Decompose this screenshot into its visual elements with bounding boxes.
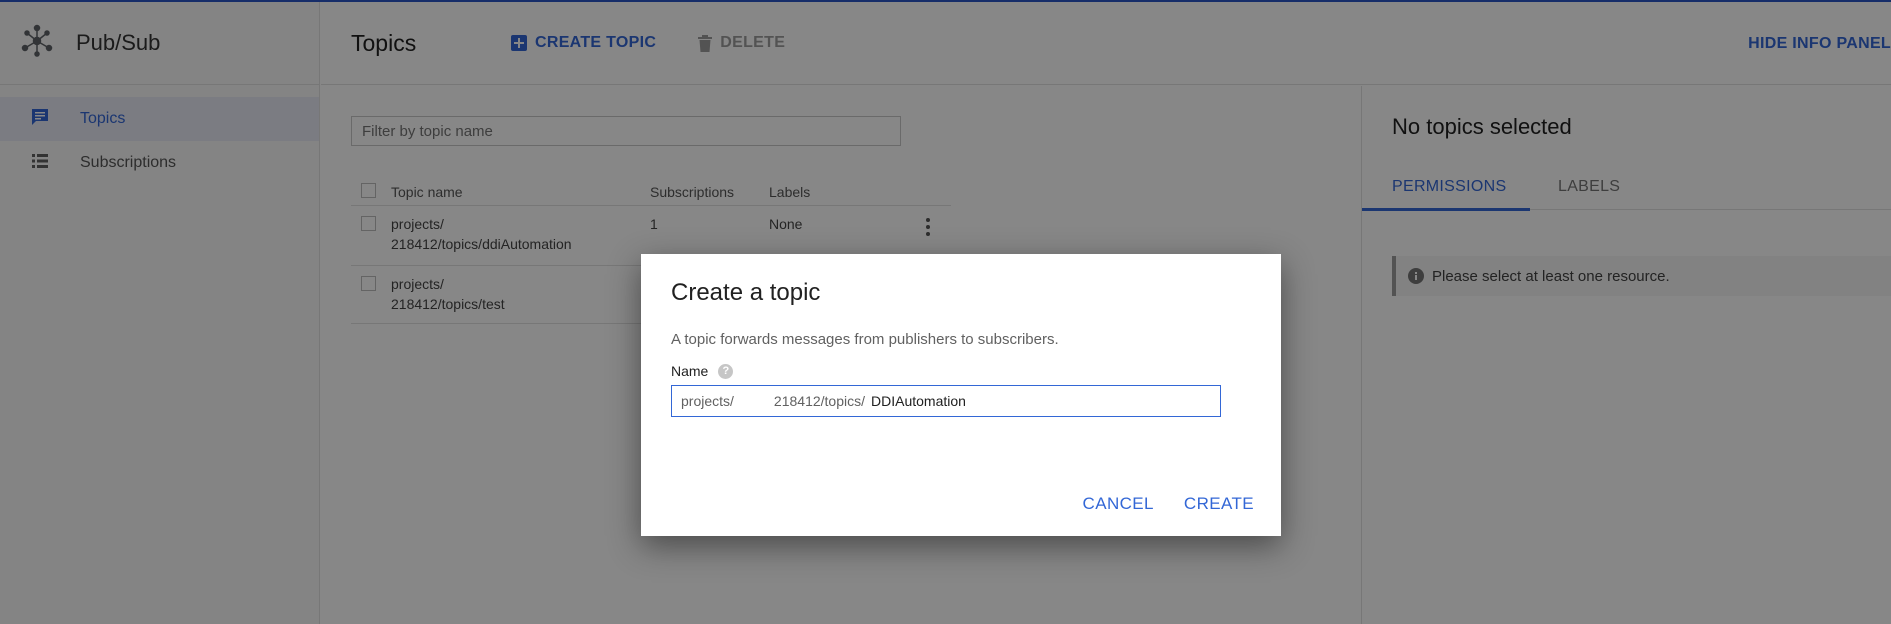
help-icon[interactable]: ? bbox=[718, 363, 734, 379]
cancel-button[interactable]: CANCEL bbox=[1083, 494, 1154, 514]
topic-prefix-path: 218412/topics/ bbox=[773, 393, 865, 409]
topic-name-field[interactable]: projects/ 218412/topics/ bbox=[671, 385, 1221, 417]
dialog-title: Create a topic bbox=[671, 279, 821, 306]
dialog-description: A topic forwards messages from publisher… bbox=[671, 331, 1059, 348]
name-label: Name ? bbox=[671, 363, 734, 379]
dialog-actions: CANCEL CREATE bbox=[1053, 494, 1254, 514]
topic-name-input[interactable] bbox=[871, 393, 1191, 409]
create-topic-dialog: Create a topic A topic forwards messages… bbox=[641, 254, 1281, 536]
create-button[interactable]: CREATE bbox=[1184, 494, 1254, 514]
topic-prefix-projects: projects/ bbox=[681, 393, 734, 409]
name-label-text: Name bbox=[671, 363, 709, 379]
